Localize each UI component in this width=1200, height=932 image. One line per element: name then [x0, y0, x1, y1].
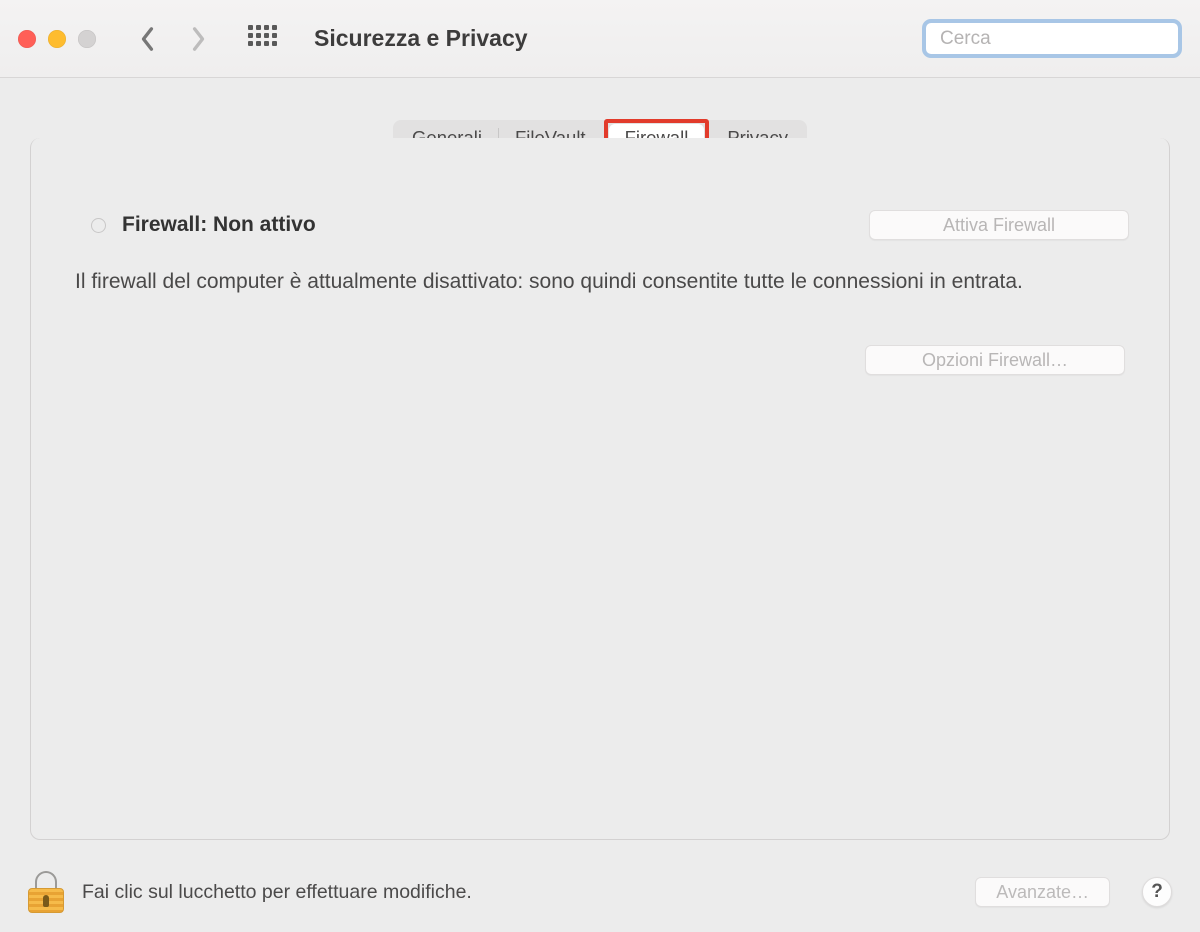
back-button[interactable]: [136, 27, 160, 51]
search-input[interactable]: [940, 28, 1185, 50]
forward-button[interactable]: [186, 27, 210, 51]
firewall-status-label: Firewall: Non attivo: [122, 213, 316, 237]
window-toolbar: Sicurezza e Privacy: [0, 0, 1200, 78]
activate-firewall-button[interactable]: Attiva Firewall: [869, 210, 1129, 240]
lock-hint-text: Fai clic sul lucchetto per effettuare mo…: [82, 881, 957, 904]
lock-icon[interactable]: [28, 871, 64, 913]
firewall-status-left: Firewall: Non attivo: [91, 213, 316, 237]
firewall-status-row: Firewall: Non attivo Attiva Firewall: [91, 210, 1129, 240]
fullscreen-window-button[interactable]: [78, 30, 96, 48]
chevron-right-icon: [189, 25, 207, 53]
help-button[interactable]: ?: [1142, 877, 1172, 907]
minimize-window-button[interactable]: [48, 30, 66, 48]
traffic-lights: [18, 30, 96, 48]
firewall-options-button[interactable]: Opzioni Firewall…: [865, 345, 1125, 375]
firewall-options-row: Opzioni Firewall…: [71, 345, 1125, 375]
close-window-button[interactable]: [18, 30, 36, 48]
chevron-left-icon: [139, 25, 157, 53]
content-panel: Firewall: Non attivo Attiva Firewall Il …: [30, 138, 1170, 840]
show-all-preferences-button[interactable]: [248, 25, 276, 53]
window-title: Sicurezza e Privacy: [314, 25, 528, 52]
firewall-description: Il firewall del computer è attualmente d…: [75, 268, 1035, 295]
footer-bar: Fai clic sul lucchetto per effettuare mo…: [0, 852, 1200, 932]
status-indicator-icon: [91, 218, 106, 233]
search-field-wrap[interactable]: [922, 19, 1182, 58]
nav-arrows: [136, 27, 210, 51]
advanced-button[interactable]: Avanzate…: [975, 877, 1110, 907]
